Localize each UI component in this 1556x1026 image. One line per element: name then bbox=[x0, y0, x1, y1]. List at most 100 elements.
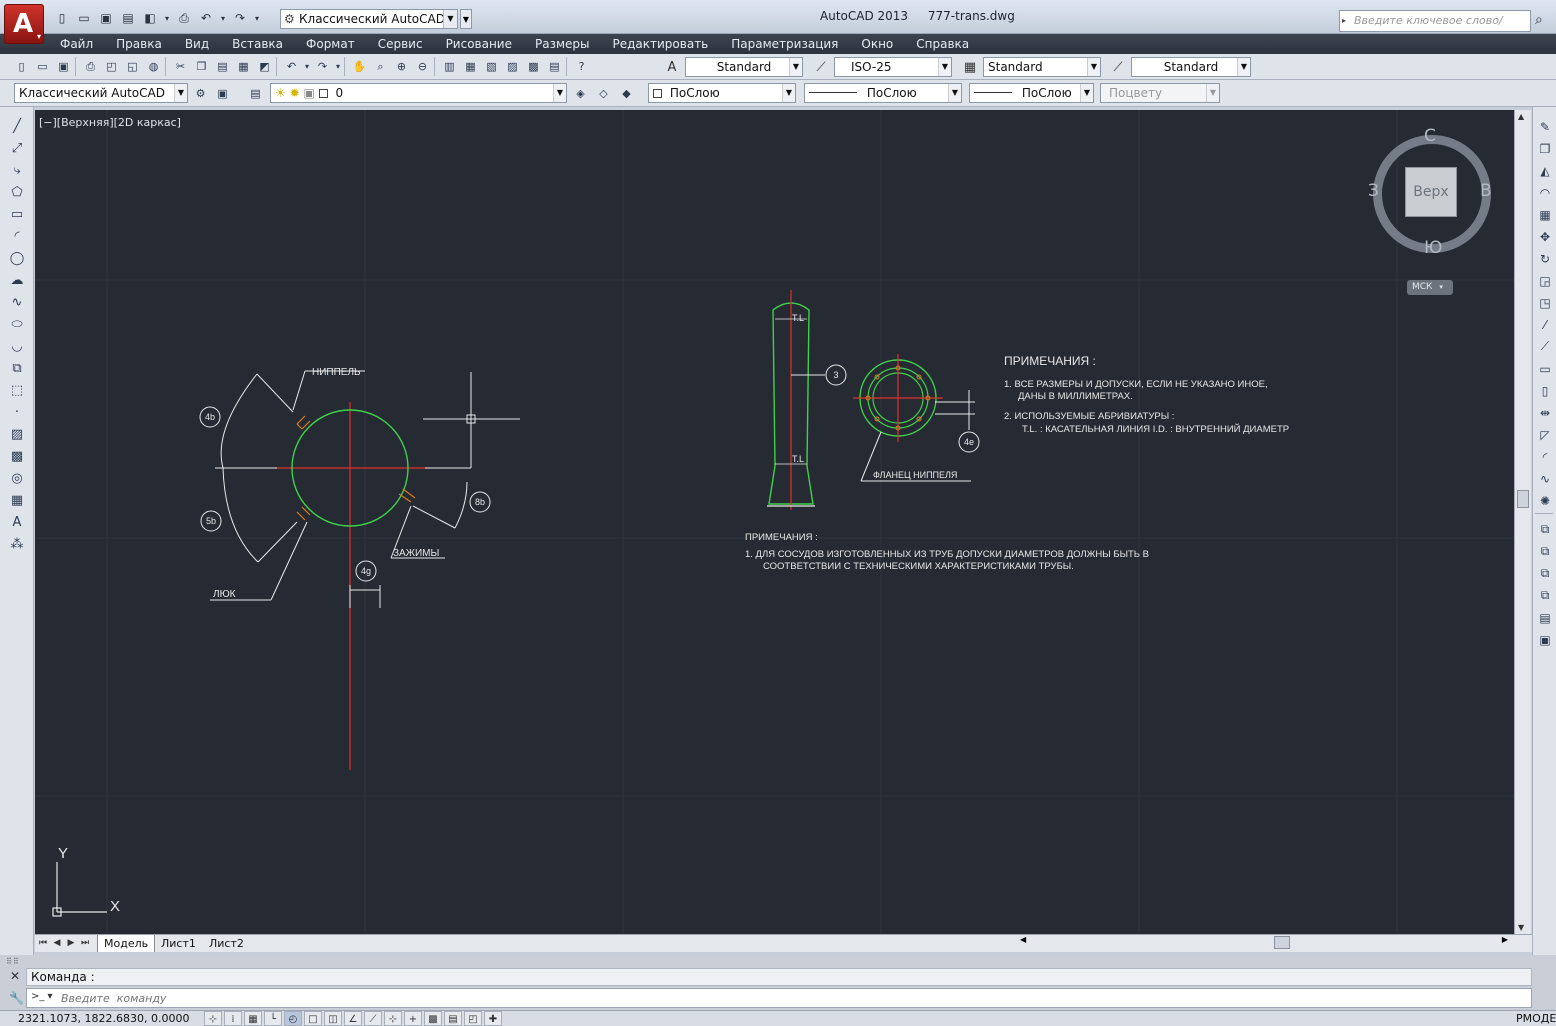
chevron-down-icon[interactable]: ▾ bbox=[218, 8, 228, 28]
chevron-down-icon[interactable]: ▾ bbox=[252, 8, 262, 28]
open-folder-icon[interactable]: ▭ bbox=[74, 8, 94, 28]
offset-icon[interactable]: ◠ bbox=[1535, 183, 1555, 202]
chamfer-icon[interactable]: ◸ bbox=[1535, 425, 1555, 444]
send-back-icon[interactable]: ⧉ bbox=[1535, 564, 1555, 583]
selection-cycling-icon[interactable]: ◰ bbox=[464, 1011, 482, 1026]
scale-icon[interactable]: ◲ bbox=[1535, 271, 1555, 290]
first-tab-icon[interactable]: ⏮ bbox=[37, 936, 49, 951]
command-input-box[interactable]: >_ ▾ bbox=[26, 988, 1532, 1008]
multileader-style-icon[interactable]: ⟋ bbox=[1108, 57, 1128, 77]
arc-icon[interactable]: ◜ bbox=[6, 227, 28, 246]
hatch-icon[interactable]: ▨ bbox=[6, 425, 28, 444]
publish-icon[interactable]: ◱ bbox=[123, 57, 142, 76]
menu-draw[interactable]: Рисование bbox=[446, 37, 512, 51]
table-style-select[interactable]: Standard ▼ bbox=[983, 57, 1101, 77]
table-icon[interactable]: ▦ bbox=[6, 491, 28, 510]
compass-east[interactable]: В bbox=[1480, 181, 1492, 201]
break-icon[interactable]: ▯ bbox=[1535, 381, 1555, 400]
model-space-indicator[interactable]: РМОДЕ bbox=[1516, 1012, 1556, 1025]
move-icon[interactable]: ✥ bbox=[1535, 227, 1555, 246]
redo-icon[interactable]: ↷ bbox=[313, 57, 332, 76]
copy-icon[interactable]: ❐ bbox=[192, 57, 211, 76]
print-icon[interactable]: ⎙ bbox=[174, 8, 194, 28]
plot-style-select[interactable]: Поцвету ▼ bbox=[1100, 83, 1220, 103]
fillet-icon[interactable]: ◜ bbox=[1535, 447, 1555, 466]
construction-line-icon[interactable]: ⤢ bbox=[6, 139, 28, 158]
menu-view[interactable]: Вид bbox=[185, 37, 209, 51]
properties-icon[interactable]: ▥ bbox=[440, 57, 459, 76]
chevron-down-icon[interactable]: ▾ bbox=[162, 8, 172, 28]
spline-icon[interactable]: ∿ bbox=[6, 293, 28, 312]
layer-state-icon[interactable]: ▣ bbox=[1535, 630, 1555, 649]
vertical-scrollbar[interactable]: ▲ ▼ bbox=[1514, 110, 1531, 934]
match-properties-icon[interactable]: ▦ bbox=[234, 57, 253, 76]
wcs-menu-button[interactable]: МСК ▾ bbox=[1407, 280, 1453, 295]
multiline-text-icon[interactable]: A bbox=[6, 513, 28, 532]
workspace-select[interactable]: Классический AutoCAD ▼ bbox=[14, 83, 188, 103]
menu-format[interactable]: Формат bbox=[306, 37, 355, 51]
table-style-icon[interactable]: ▦ bbox=[960, 57, 980, 77]
make-block-icon[interactable]: ⬚ bbox=[6, 381, 28, 400]
search-input[interactable]: ▸ Введите ключевое слово/фразу bbox=[1339, 10, 1531, 47]
drawing-viewport[interactable]: НИППЕЛЬ ЗАЖИМЫ ЛЮК 4b 5b 8b 4g T.L T.L 3… bbox=[35, 110, 1514, 934]
application-menu-button[interactable]: A ▾ bbox=[4, 4, 44, 44]
zoom-window-icon[interactable]: ⊕ bbox=[392, 57, 411, 76]
layer-manager-icon[interactable]: ▤ bbox=[246, 84, 265, 103]
wrench-icon[interactable]: 🔧 bbox=[9, 991, 24, 1005]
rotate-icon[interactable]: ↻ bbox=[1535, 249, 1555, 268]
snap-mode-icon[interactable]: ⁞ bbox=[224, 1011, 242, 1026]
next-tab-icon[interactable]: ▶ bbox=[65, 936, 77, 951]
tab-layout2[interactable]: Лист2 bbox=[203, 935, 250, 952]
circle-icon[interactable]: ◯ bbox=[6, 249, 28, 268]
region-icon[interactable]: ◎ bbox=[6, 469, 28, 488]
horizontal-scrollbar[interactable]: ◀ ▶ bbox=[1012, 935, 1512, 951]
prev-tab-icon[interactable]: ◀ bbox=[51, 936, 63, 951]
explode-icon[interactable]: ✺ bbox=[1535, 491, 1555, 510]
stretch-icon[interactable]: ◳ bbox=[1535, 293, 1555, 312]
layer-state-icon[interactable]: ◆ bbox=[617, 84, 636, 103]
menu-window[interactable]: Окно bbox=[861, 37, 893, 51]
infer-constraints-icon[interactable]: ⊹ bbox=[204, 1011, 222, 1026]
menu-modify[interactable]: Редактировать bbox=[613, 37, 709, 51]
tool-palettes-icon[interactable]: ▧ bbox=[482, 57, 501, 76]
dim-style-select[interactable]: ISO-25 ▼ bbox=[834, 57, 952, 77]
markup-icon[interactable]: ▩ bbox=[524, 57, 543, 76]
compass-west[interactable]: З bbox=[1368, 181, 1379, 201]
save-as-icon[interactable]: ▤ bbox=[118, 8, 138, 28]
ellipse-icon[interactable]: ⬭ bbox=[6, 315, 28, 334]
abc-text-icon[interactable]: ▤ bbox=[1535, 608, 1555, 627]
open-folder-icon[interactable]: ▭ bbox=[33, 57, 52, 76]
gradient-icon[interactable]: ▩ bbox=[6, 447, 28, 466]
allow-ucs-icon[interactable]: ⟋ bbox=[364, 1011, 382, 1026]
join-icon[interactable]: ⇹ bbox=[1535, 403, 1555, 422]
dynamic-input-icon[interactable]: ⊹ bbox=[384, 1011, 402, 1026]
text-front-icon[interactable]: ⧉ bbox=[1535, 586, 1555, 605]
grid-display-icon[interactable]: ▦ bbox=[244, 1011, 262, 1026]
scroll-right-icon[interactable]: ▶ bbox=[1502, 935, 1508, 944]
text-style-select[interactable]: Standard ▼ bbox=[685, 57, 803, 77]
polygon-icon[interactable]: ⬠ bbox=[6, 183, 28, 202]
text-style-icon[interactable]: A bbox=[662, 57, 682, 77]
plot-preview-icon[interactable]: ◰ bbox=[102, 57, 121, 76]
compass-north[interactable]: С bbox=[1424, 126, 1436, 146]
erase-icon[interactable]: ✎ bbox=[1535, 117, 1555, 136]
design-center-icon[interactable]: ▦ bbox=[461, 57, 480, 76]
trim-icon[interactable]: ⁄ bbox=[1535, 315, 1555, 334]
scroll-thumb[interactable] bbox=[1517, 490, 1529, 508]
3d-osnap-icon[interactable]: ◫ bbox=[324, 1011, 342, 1026]
close-icon[interactable]: ✕ bbox=[10, 969, 20, 983]
scroll-down-icon[interactable]: ▼ bbox=[1518, 923, 1524, 932]
scroll-up-icon[interactable]: ▲ bbox=[1518, 112, 1524, 121]
transparency-icon[interactable]: ▩ bbox=[424, 1011, 442, 1026]
ellipse-arc-icon[interactable]: ◡ bbox=[6, 337, 28, 356]
insert-block-icon[interactable]: ⧉ bbox=[6, 359, 28, 378]
linetype-select[interactable]: ПоСлою ▼ bbox=[804, 83, 962, 103]
undo-icon[interactable]: ↶ bbox=[282, 57, 301, 76]
polar-tracking-icon[interactable]: ◴ bbox=[284, 1011, 302, 1026]
extend-icon[interactable]: ⟋ bbox=[1535, 337, 1555, 356]
menu-tools[interactable]: Сервис bbox=[378, 37, 423, 51]
lineweight-select[interactable]: ПоСлою ▼ bbox=[969, 83, 1094, 103]
new-file-icon[interactable]: ▯ bbox=[12, 57, 31, 76]
layer-select[interactable]: ☀ ✹ ▣ 0 ▼ bbox=[270, 83, 567, 103]
command-input[interactable] bbox=[61, 990, 1461, 1006]
